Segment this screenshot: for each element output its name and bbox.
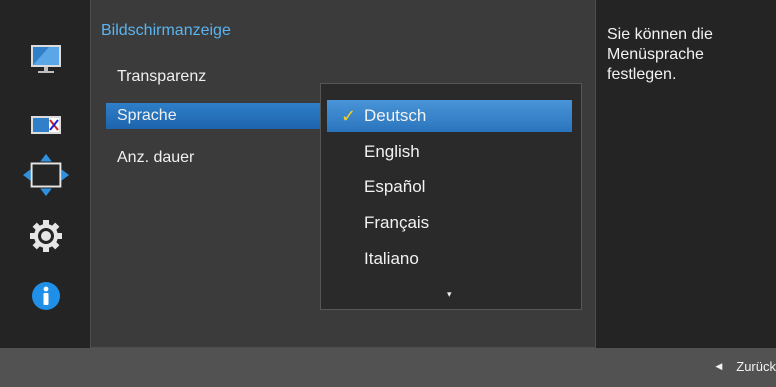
settings-icon bbox=[30, 220, 62, 252]
sidebar-item-info[interactable] bbox=[22, 276, 70, 316]
help-text: Sie können die Menüsprache festlegen. bbox=[607, 26, 713, 83]
position-icon bbox=[22, 153, 70, 197]
language-option[interactable]: Español bbox=[321, 171, 581, 203]
picture-icon bbox=[31, 45, 61, 73]
check-icon: ✓ bbox=[341, 106, 357, 126]
menu-item-language[interactable]: Sprache bbox=[106, 103, 322, 129]
menu-item-transparency[interactable]: Transparenz bbox=[117, 68, 206, 86]
back-arrow-icon: ◀ bbox=[715, 361, 723, 371]
osd-window: Bildschirmanzeige Transparenz Sprache An… bbox=[0, 0, 776, 387]
language-option[interactable]: English bbox=[321, 136, 581, 168]
color-icon bbox=[31, 116, 61, 134]
back-button[interactable]: ◀ Zurück bbox=[715, 359, 776, 374]
sidebar-item-picture[interactable] bbox=[22, 39, 70, 79]
language-option[interactable]: Français bbox=[321, 207, 581, 239]
language-dropdown[interactable]: ✓ Deutsch English Español Français Itali… bbox=[320, 83, 582, 310]
sidebar-item-settings[interactable] bbox=[22, 216, 70, 256]
language-option-selected[interactable]: ✓ Deutsch bbox=[327, 100, 572, 132]
menu-title: Bildschirmanzeige bbox=[101, 22, 231, 39]
info-icon bbox=[32, 282, 60, 310]
sidebar bbox=[0, 0, 90, 347]
scroll-down-icon[interactable]: ▾ bbox=[447, 289, 452, 300]
sidebar-item-color[interactable] bbox=[22, 105, 70, 145]
language-option-label: Deutsch bbox=[364, 106, 427, 125]
help-panel: Sie können die Menüsprache festlegen. bbox=[596, 0, 776, 347]
menu-item-display-time[interactable]: Anz. dauer bbox=[117, 149, 194, 167]
language-option[interactable]: Italiano bbox=[321, 243, 581, 275]
back-label: Zurück bbox=[736, 359, 776, 374]
bottom-bar: ◀ Zurück bbox=[0, 348, 776, 387]
sidebar-item-position[interactable] bbox=[22, 153, 70, 197]
